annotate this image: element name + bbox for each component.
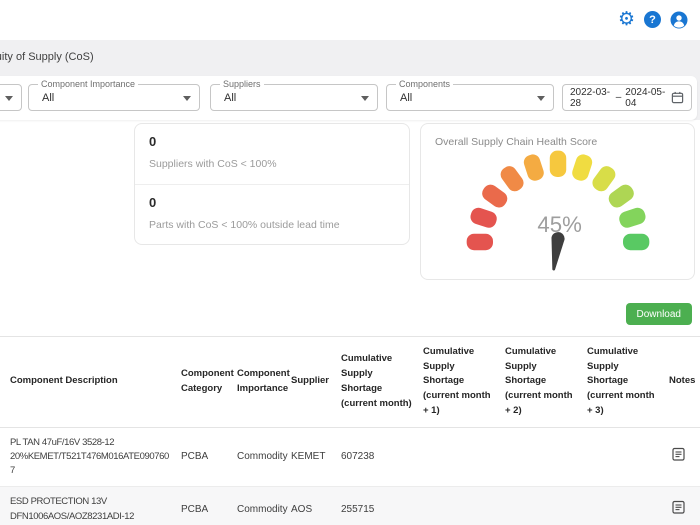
filter-bar: Component Importance All Suppliers All C… [0, 76, 697, 120]
cell-description: PL TAN 47uF/16V 3528-12 20%KEMET/T521T47… [0, 427, 176, 487]
filter-value: All [400, 92, 412, 104]
chevron-down-icon [537, 96, 545, 101]
gauge-title: Overall Supply Chain Health Score [435, 136, 680, 148]
cell-notes [664, 487, 700, 525]
filter-label: Suppliers [220, 79, 264, 89]
filter-value: All [224, 92, 236, 104]
cell-importance: Commodity [232, 487, 286, 525]
filter-select-clipped[interactable] [0, 84, 22, 111]
cell-supplier: AOS [286, 487, 336, 525]
table-row: ESD PROTECTION 13V DFN1006AOS/AOZ8231ADI… [0, 487, 700, 525]
download-button[interactable]: Download [626, 303, 692, 325]
gauge-segment [623, 234, 649, 250]
column-header: Component Description [0, 337, 176, 428]
cell-m3 [582, 487, 664, 525]
app-frame: ⚙ ? Continuity of Supply (CoS) Component… [0, 0, 700, 525]
table-row: PL TAN 47uF/16V 3528-12 20%KEMET/T521T47… [0, 427, 700, 487]
account-icon[interactable] [670, 11, 688, 29]
chevron-down-icon [5, 96, 13, 101]
date-end: 2024-05-04 [625, 87, 667, 109]
gauge-needle [547, 231, 565, 271]
cell-description: ESD PROTECTION 13V DFN1006AOS/AOZ8231ADI… [0, 487, 176, 525]
settings-gear-icon[interactable]: ⚙ [618, 10, 635, 29]
chevron-down-icon [361, 96, 369, 101]
kpi-value: 0 [149, 134, 395, 149]
gauge-segment [617, 206, 647, 230]
cell-importance: Commodity [232, 427, 286, 487]
page-header-band: Continuity of Supply (CoS) Component Imp… [0, 40, 700, 120]
kpi-label: Suppliers with CoS < 100% [149, 158, 395, 170]
topbar: ⚙ ? [0, 0, 700, 40]
gauge-segment [589, 163, 618, 194]
cell-m0: 255715 [336, 487, 418, 525]
column-header: Cumulative Supply Shortage (current mont… [418, 337, 500, 428]
date-start: 2022-03-28 [570, 87, 612, 109]
page-title: Continuity of Supply (CoS) [0, 51, 94, 63]
filter-components[interactable]: Components All [386, 84, 554, 111]
column-header: Component Importance [232, 337, 286, 428]
topbar-icons: ⚙ ? [618, 10, 688, 29]
notes-icon[interactable] [672, 447, 685, 461]
date-separator: – [616, 92, 622, 103]
cell-category: PCBA [176, 487, 232, 525]
column-header: Cumulative Supply Shortage (current mont… [500, 337, 582, 428]
gauge-segment [479, 182, 510, 211]
column-header: Cumulative Supply Shortage (current mont… [336, 337, 418, 428]
calendar-icon[interactable] [671, 91, 684, 104]
cell-m3 [582, 427, 664, 487]
cell-supplier: KEMET [286, 427, 336, 487]
shortage-table-section: Component Description Component Category… [0, 336, 700, 525]
gauge-segment [497, 163, 526, 194]
gauge-segment [521, 153, 545, 183]
cell-category: PCBA [176, 427, 232, 487]
kpi-value: 0 [149, 195, 395, 210]
help-icon[interactable]: ? [644, 11, 661, 28]
filter-label: Component Importance [38, 79, 138, 89]
kpi-card: 0 Suppliers with CoS < 100% 0 Parts with… [134, 123, 410, 245]
cell-m2 [500, 487, 582, 525]
chevron-down-icon [183, 96, 191, 101]
cell-m1 [418, 427, 500, 487]
health-score-card: Overall Supply Chain Health Score 45% [420, 123, 695, 280]
cell-m2 [500, 427, 582, 487]
filter-suppliers[interactable]: Suppliers All [210, 84, 378, 111]
gauge-segment [570, 153, 594, 183]
kpi-parts-cos: 0 Parts with CoS < 100% outside lead tim… [135, 184, 409, 244]
gauge-segment [468, 206, 498, 230]
filter-label: Components [396, 79, 453, 89]
notes-icon[interactable] [672, 500, 685, 514]
shortage-table: Component Description Component Category… [0, 336, 700, 525]
cell-m1 [418, 487, 500, 525]
filter-component-importance[interactable]: Component Importance All [28, 84, 200, 111]
gauge-segment [605, 182, 636, 211]
column-header: Supplier [286, 337, 336, 428]
column-header: Notes [664, 337, 700, 428]
column-header: Cumulative Supply Shortage (current mont… [582, 337, 664, 428]
column-header: Component Category [176, 337, 232, 428]
gauge-segment [549, 151, 565, 177]
kpi-label: Parts with CoS < 100% outside lead time [149, 219, 395, 231]
date-range-picker[interactable]: 2022-03-28 – 2024-05-04 [562, 84, 692, 111]
filter-value: All [42, 92, 54, 104]
cell-m0: 607238 [336, 427, 418, 487]
kpi-suppliers-cos: 0 Suppliers with CoS < 100% [135, 124, 409, 184]
health-gauge: 45% [463, 149, 653, 279]
cell-notes [664, 427, 700, 487]
gauge-segment [466, 234, 492, 250]
table-header-row: Component Description Component Category… [0, 337, 700, 428]
